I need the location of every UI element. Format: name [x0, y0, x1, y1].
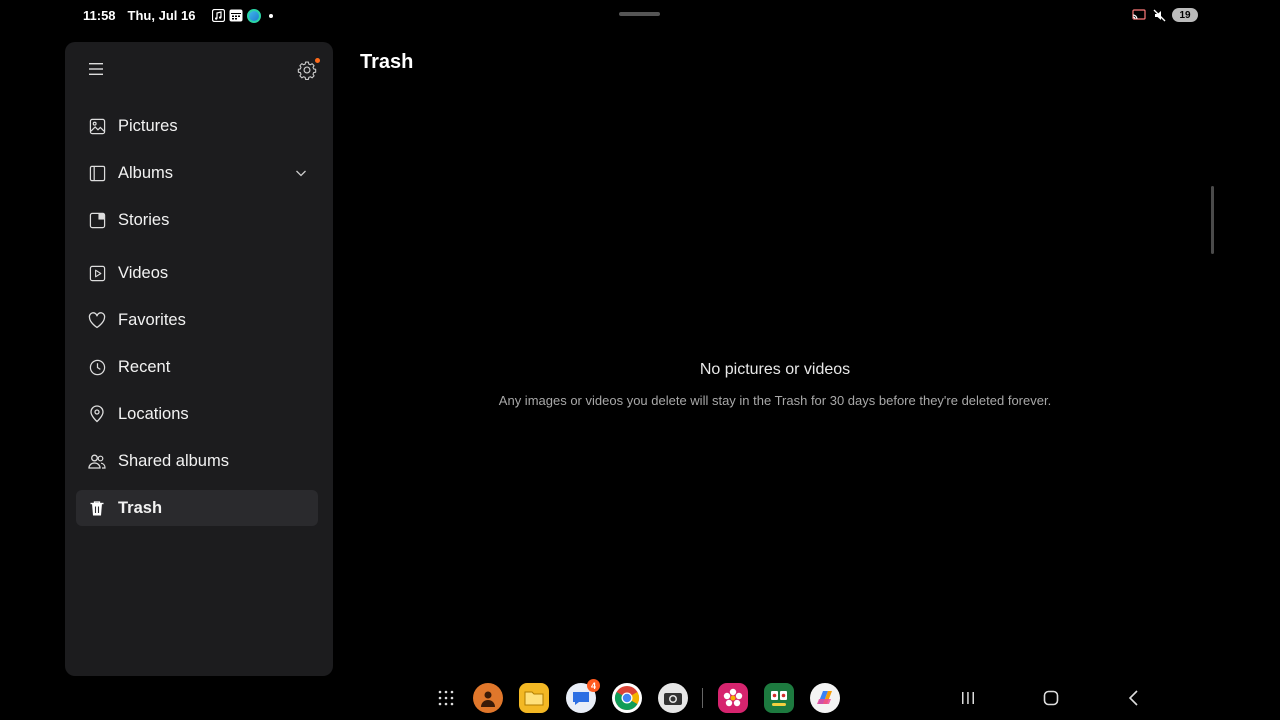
sidebar-item-locations[interactable]: Locations: [76, 396, 318, 432]
taskbar: 4: [0, 676, 1280, 720]
sidebar-item-label: Favorites: [118, 310, 186, 329]
status-bar: 11:58 Thu, Jul 16 19: [0, 0, 1280, 32]
status-left: 11:58 Thu, Jul 16: [83, 8, 274, 23]
empty-state-description: Any images or videos you delete will sta…: [498, 393, 1052, 408]
messages-app-icon[interactable]: 4: [566, 679, 600, 713]
files-app-icon[interactable]: [519, 683, 549, 713]
notification-icons: [211, 8, 274, 23]
game-app-icon[interactable]: [764, 683, 794, 713]
sidebar: Pictures Albums Stories Videos Favorites…: [65, 42, 333, 676]
status-time: 11:58: [83, 8, 116, 23]
sidebar-item-videos[interactable]: Videos: [76, 255, 318, 291]
calendar-notification-icon: [229, 9, 243, 23]
sidebar-item-label: Recent: [118, 357, 171, 376]
empty-state-title: No pictures or videos: [699, 361, 851, 378]
location-pin-icon: [88, 405, 106, 423]
copilot-app-icon[interactable]: [810, 683, 840, 713]
sidebar-item-label: Locations: [118, 404, 189, 423]
camera-app-icon[interactable]: [658, 683, 688, 713]
sidebar-item-trash[interactable]: Trash: [76, 490, 318, 526]
sidebar-item-recent[interactable]: Recent: [76, 349, 318, 385]
image-icon: [88, 117, 106, 135]
home-button[interactable]: [1041, 688, 1061, 708]
more-notifications-dot: [269, 13, 274, 18]
sidebar-item-albums[interactable]: Albums: [76, 155, 318, 191]
sidebar-item-pictures[interactable]: Pictures: [76, 108, 318, 144]
sidebar-item-label: Videos: [118, 263, 169, 282]
sidebar-nav: Pictures Albums Stories Videos Favorites…: [76, 108, 318, 537]
chevron-down-icon[interactable]: [294, 166, 308, 180]
battery-indicator: 19: [1172, 8, 1198, 22]
chrome-app-icon[interactable]: [612, 683, 642, 713]
contacts-app-icon[interactable]: [473, 683, 503, 713]
sidebar-header: [65, 42, 333, 98]
heart-icon: [88, 311, 106, 329]
sidebar-item-label: Pictures: [118, 116, 178, 135]
edge-notification-icon: [247, 8, 262, 23]
people-icon: [88, 452, 106, 470]
sidebar-item-label: Shared albums: [118, 451, 229, 470]
settings-gear-icon[interactable]: [297, 60, 317, 80]
gallery-app-icon[interactable]: [718, 683, 748, 713]
music-notification-icon: [211, 9, 225, 23]
sidebar-item-shared-albums[interactable]: Shared albums: [76, 443, 318, 479]
taskbar-divider: [702, 688, 703, 708]
settings-notification-badge: [315, 58, 320, 63]
stories-icon: [88, 211, 106, 229]
video-icon: [88, 264, 106, 282]
album-icon: [88, 164, 106, 182]
sidebar-item-stories[interactable]: Stories: [76, 202, 318, 238]
window-handle[interactable]: [619, 12, 660, 16]
sidebar-item-label: Trash: [118, 498, 163, 517]
recent-apps-button[interactable]: [958, 688, 978, 708]
messages-unread-badge: 4: [587, 679, 600, 692]
trash-icon: [88, 499, 106, 517]
sidebar-item-favorites[interactable]: Favorites: [76, 302, 318, 338]
back-button[interactable]: [1124, 688, 1144, 708]
menu-icon[interactable]: [89, 62, 105, 76]
mute-icon: [1152, 8, 1166, 22]
app-drawer-icon[interactable]: [437, 689, 455, 707]
battery-level: 19: [1179, 9, 1191, 21]
sidebar-item-label: Stories: [118, 210, 170, 229]
cast-icon: [1132, 8, 1146, 22]
scrollbar[interactable]: [1211, 186, 1214, 254]
status-date: Thu, Jul 16: [127, 8, 196, 23]
page-title: Trash: [360, 51, 414, 73]
clock-icon: [88, 358, 106, 376]
sidebar-item-label: Albums: [118, 163, 174, 182]
status-right: 19: [1132, 8, 1198, 22]
